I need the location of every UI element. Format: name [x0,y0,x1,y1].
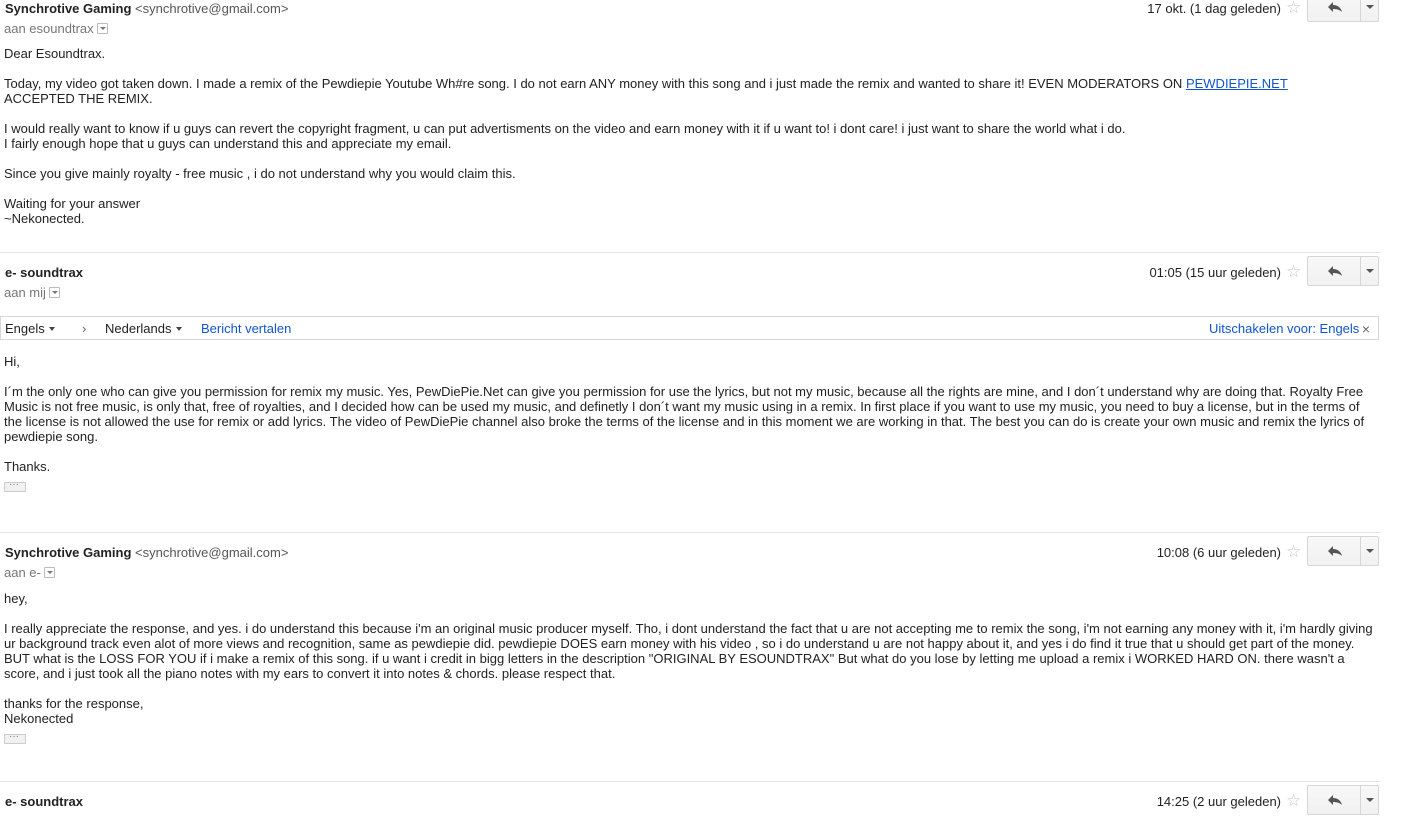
text-line: I really appreciate the response, and ye… [4,621,1373,681]
text-line: I´m the only one who can give you permis… [4,384,1365,444]
source-language-select[interactable]: Engels [5,321,55,336]
translation-bar: Engels › Nederlands Bericht vertalen Uit… [0,316,1379,340]
recipient: aan e- [4,565,41,580]
message-header: e- soundtrax 14:25 (2 uur geleden) ☆ [0,785,1416,837]
reply-button[interactable] [1308,786,1361,814]
reply-button-group [1307,536,1379,566]
paragraph: I´m the only one who can give you permis… [4,384,1374,444]
reply-button[interactable] [1308,0,1361,21]
message-1: Synchrotive Gaming <synchrotive@gmail.co… [0,0,1416,241]
text-line: Today, my video got taken down. I made a… [4,76,1186,91]
translate-message-link[interactable]: Bericht vertalen [201,321,291,336]
disable-translation-link[interactable]: Uitschakelen voor: Engels [1209,321,1359,336]
message-header: e- soundtrax aan mij 01:05 (15 uur geled… [0,256,1416,308]
sender-name[interactable]: Synchrotive Gaming [5,545,131,560]
text-line: Hi, [4,354,20,369]
sender[interactable]: Synchrotive Gaming <synchrotive@gmail.co… [5,0,288,17]
details-dropdown-icon[interactable] [43,567,55,578]
text-line: Waiting for your answer [4,196,141,211]
sender-email: <synchrotive@gmail.com> [135,1,289,16]
reply-arrow-icon [1328,266,1342,276]
recipient-line: aan mij [4,284,60,301]
more-options-button[interactable] [1361,537,1379,565]
message-divider [0,781,1380,782]
reply-button-group [1307,0,1379,22]
paragraph: Since you give mainly royalty - free mus… [4,166,1416,181]
paragraph: I would really want to know if u guys ca… [4,121,1416,151]
message-2: e- soundtrax aan mij 01:05 (15 uur geled… [0,256,1416,495]
text-line: I fairly enough hope that u guys can und… [4,136,452,151]
paragraph: Waiting for your answer ~Nekonected. [4,196,1416,226]
star-icon[interactable]: ☆ [1286,262,1301,282]
paragraph: hey, [4,591,1374,606]
more-options-button[interactable] [1361,786,1379,814]
more-options-button[interactable] [1361,257,1379,285]
reply-button-group [1307,785,1379,815]
reply-arrow-icon [1328,795,1342,805]
reply-button-group [1307,256,1379,286]
sender-name[interactable]: e- soundtrax [5,794,83,809]
details-dropdown-icon[interactable] [96,23,108,34]
message-header: Synchrotive Gaming <synchrotive@gmail.co… [0,0,1416,44]
message-date: 01:05 (15 uur geleden) [1149,265,1281,280]
message-header: Synchrotive Gaming <synchrotive@gmail.co… [0,536,1416,588]
text-line: ~Nekonected. [4,211,85,226]
show-trimmed-content-button[interactable] [4,729,26,744]
star-icon[interactable]: ☆ [1286,0,1301,18]
sender[interactable]: Synchrotive Gaming <synchrotive@gmail.co… [5,544,288,561]
paragraph: thanks for the response, Nekonected [4,696,1374,726]
reply-button[interactable] [1308,257,1361,285]
reply-arrow-icon [1328,546,1342,556]
paragraph: Today, my video got taken down. I made a… [4,76,1416,106]
text-line: ACCEPTED THE REMIX. [4,91,153,106]
reply-button[interactable] [1308,537,1361,565]
text-line: thanks for the response, [4,696,144,711]
sender-name[interactable]: e- soundtrax [5,265,83,280]
text-line: Dear Esoundtrax. [4,46,106,61]
pewdiepie-link[interactable]: PEWDIEPIE.NET [1186,76,1288,91]
recipient: aan mij [4,285,46,300]
paragraph: Hi, [4,354,1374,369]
message-date: 10:08 (6 uur geleden) [1156,545,1281,560]
message-3: Synchrotive Gaming <synchrotive@gmail.co… [0,536,1416,747]
message-divider [0,532,1380,533]
message-body: hey, I really appreciate the response, a… [0,591,1374,747]
message-body: Hi, I´m the only one who can give you pe… [0,354,1374,495]
recipient: aan esoundtrax [4,21,94,36]
message-4: e- soundtrax 14:25 (2 uur geleden) ☆ [0,785,1416,837]
text-line: Nekonected [4,711,74,726]
recipient-line: aan esoundtrax [4,20,108,37]
sender[interactable]: e- soundtrax [5,264,83,281]
target-language-select[interactable]: Nederlands [105,321,182,336]
more-options-button[interactable] [1361,0,1379,21]
reply-arrow-icon [1328,2,1342,12]
close-icon[interactable]: × [1362,321,1370,337]
paragraph: Thanks. [4,459,1374,474]
text-line: hey, [4,591,28,606]
paragraph: I really appreciate the response, and ye… [4,621,1374,681]
text-line: Since you give mainly royalty - free mus… [4,166,516,181]
language-arrow-icon: › [82,321,87,336]
details-dropdown-icon[interactable] [48,287,60,298]
text-line: Thanks. [4,459,51,474]
message-divider [0,252,1380,253]
paragraph: Dear Esoundtrax. [4,46,1416,61]
sender[interactable]: e- soundtrax [5,793,83,810]
recipient-line: aan e- [4,564,55,581]
message-body: Dear Esoundtrax. Today, my video got tak… [0,46,1416,226]
message-date: 17 okt. (1 dag geleden) [1147,1,1281,16]
text-line: I would really want to know if u guys ca… [4,121,1126,136]
sender-name[interactable]: Synchrotive Gaming [5,1,131,16]
sender-email: <synchrotive@gmail.com> [135,545,289,560]
message-date: 14:25 (2 uur geleden) [1156,794,1281,809]
show-trimmed-content-button[interactable] [4,477,26,492]
star-icon[interactable]: ☆ [1286,791,1301,811]
star-icon[interactable]: ☆ [1286,542,1301,562]
